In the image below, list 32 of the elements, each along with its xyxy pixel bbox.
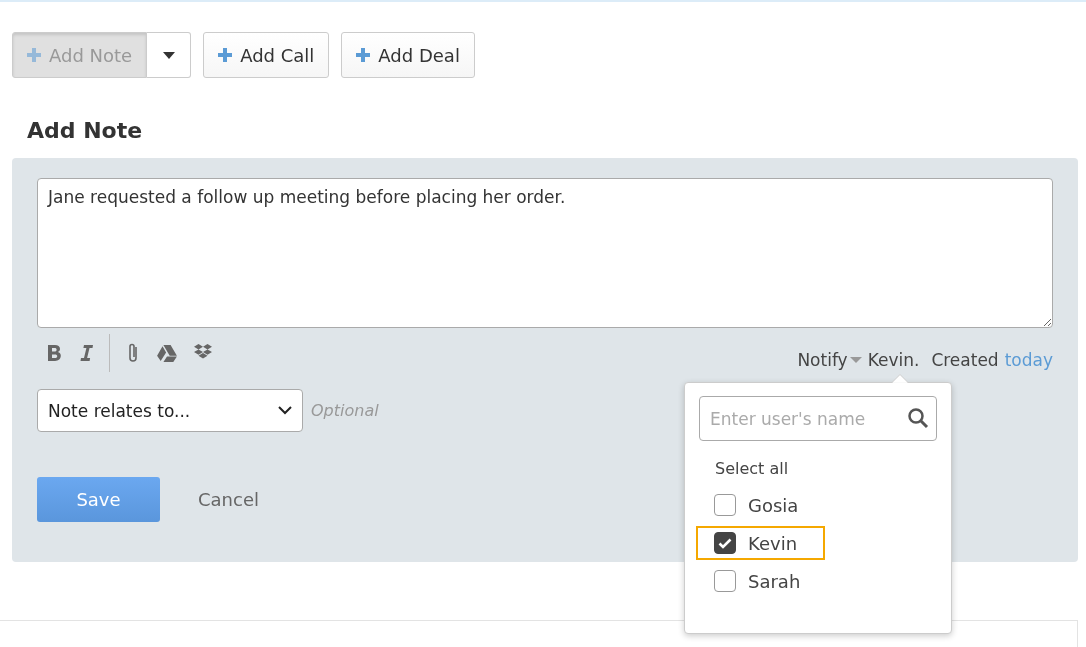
- user-option[interactable]: Gosia: [696, 488, 827, 522]
- relates-select[interactable]: Note relates to...: [37, 389, 303, 432]
- user-name: Gosia: [748, 494, 799, 516]
- chevron-down-icon: [278, 406, 292, 415]
- section-heading: Add Note: [27, 117, 144, 145]
- plus-icon: [27, 48, 41, 62]
- add-button[interactable]: Add Deal: [341, 32, 475, 78]
- plus-icon: [356, 48, 371, 62]
- triangle-logo-icon[interactable]: [156, 344, 178, 362]
- search-icon: [907, 407, 929, 429]
- dropdown-button[interactable]: [147, 32, 192, 78]
- caret-icon: [162, 51, 175, 59]
- recipients-text: Kevin.: [867, 350, 920, 370]
- optional-hint: Optional: [311, 401, 379, 420]
- add-button[interactable]: Add Call: [203, 32, 330, 78]
- plus-icon: [218, 48, 233, 62]
- caret-icon: [849, 357, 862, 363]
- user-name: Kevin: [748, 532, 798, 554]
- bold-icon[interactable]: [45, 344, 63, 362]
- select-all-link[interactable]: Select all: [715, 459, 789, 478]
- checkbox[interactable]: [714, 570, 736, 592]
- note-field[interactable]: Jane requested a follow up meeting before placing her order.: [37, 178, 1053, 328]
- user-option[interactable]: Kevin: [696, 526, 826, 560]
- check-icon: [718, 537, 732, 549]
- created-label: Created: [931, 350, 999, 370]
- checkbox[interactable]: [714, 532, 736, 554]
- user-option[interactable]: Sarah: [696, 564, 829, 598]
- notify-button[interactable]: Notify: [797, 350, 862, 370]
- cancel-button[interactable]: Cancel: [192, 488, 265, 511]
- checkbox[interactable]: [714, 494, 736, 516]
- user-name: Sarah: [748, 570, 801, 592]
- user-search-field[interactable]: Enter user's name: [699, 396, 937, 441]
